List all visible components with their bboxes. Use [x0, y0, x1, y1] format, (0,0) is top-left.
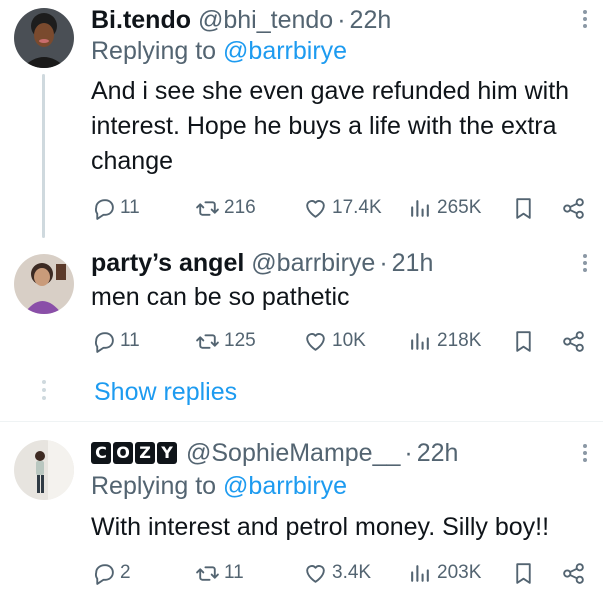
reply-button[interactable]: 2: [91, 558, 131, 588]
share-icon: [563, 330, 584, 352]
bookmark-icon: [516, 197, 531, 219]
views-icon: [411, 564, 429, 582]
reply-icon: [94, 198, 114, 220]
thread-line: [42, 74, 45, 238]
action-bar: 11 216 17.4K 265K: [91, 193, 591, 223]
reply-icon: [94, 331, 114, 353]
views-button[interactable]: 265K: [408, 193, 481, 223]
views-count: 218K: [437, 330, 482, 351]
separator-dot: ·: [404, 438, 413, 467]
more-icon[interactable]: [581, 254, 589, 275]
like-icon: [306, 199, 325, 218]
share-icon: [563, 197, 584, 219]
tweet-1[interactable]: Bi.tendo @bhi_tendo · 22h Replying to @b…: [0, 0, 603, 240]
show-replies-link[interactable]: Show replies: [94, 378, 237, 407]
like-icon: [306, 332, 325, 351]
bookmark-icon: [516, 562, 531, 584]
repost-button[interactable]: 125: [195, 326, 256, 356]
bookmark-button[interactable]: [511, 326, 536, 356]
separator-dot: ·: [379, 248, 388, 277]
action-bar: 11 125 10K 218K: [91, 326, 591, 356]
mention-link[interactable]: @barrbirye: [223, 472, 347, 500]
like-count: 17.4K: [332, 197, 382, 218]
tweet-text: And i see she even gave refunded him wit…: [91, 77, 570, 175]
more-icon[interactable]: [581, 444, 589, 465]
user-handle[interactable]: @bhi_tendo: [198, 6, 333, 35]
reply-button[interactable]: 11: [91, 326, 140, 356]
user-handle[interactable]: @SophieMampe__: [186, 439, 400, 468]
tweet-3[interactable]: C O Z Y @SophieMampe__ · 22h Replying to…: [0, 422, 603, 594]
repost-count: 125: [224, 330, 256, 351]
show-replies-row[interactable]: Show replies: [0, 368, 603, 418]
repost-count: 11: [224, 562, 244, 583]
reply-icon: [94, 563, 114, 585]
repost-icon: [196, 333, 219, 349]
like-button[interactable]: 10K: [303, 326, 366, 356]
repost-icon: [196, 565, 219, 581]
more-icon[interactable]: [581, 10, 589, 31]
reply-count: 11: [120, 330, 140, 351]
replying-to: Replying to @barrbirye: [91, 37, 347, 66]
avatar[interactable]: [14, 440, 74, 500]
action-bar: 2 11 3.4K 203K: [91, 558, 591, 588]
tweet-header: party’s angel @barrbirye · 21h: [91, 246, 433, 280]
share-button[interactable]: [561, 193, 586, 223]
share-button[interactable]: [561, 558, 586, 588]
like-button[interactable]: 3.4K: [303, 558, 371, 588]
like-count: 3.4K: [332, 562, 372, 583]
tweet-text: With interest and petrol money. Silly bo…: [91, 513, 550, 541]
tweet-header: Bi.tendo @bhi_tendo · 22h: [91, 3, 391, 37]
views-icon: [411, 199, 429, 217]
bookmark-icon: [516, 330, 531, 352]
bookmark-button[interactable]: [511, 558, 536, 588]
views-count: 203K: [437, 562, 482, 583]
badge-letter: O: [113, 442, 133, 464]
mention-link[interactable]: @barrbirye: [223, 37, 347, 65]
repost-icon: [196, 200, 219, 216]
avatar[interactable]: [14, 8, 74, 68]
like-icon: [306, 564, 325, 583]
avatar[interactable]: [14, 254, 74, 314]
badge-letter: Y: [157, 442, 177, 464]
timestamp[interactable]: 22h: [350, 6, 392, 35]
display-name[interactable]: party’s angel: [91, 249, 244, 278]
reply-button[interactable]: 11: [91, 193, 140, 223]
replying-to: Replying to @barrbirye: [91, 472, 347, 501]
like-count: 10K: [332, 330, 366, 351]
repost-button[interactable]: 216: [195, 193, 256, 223]
views-icon: [411, 332, 429, 350]
repost-count: 216: [224, 197, 256, 218]
repost-button[interactable]: 11: [195, 558, 244, 588]
user-handle[interactable]: @barrbirye: [251, 249, 375, 278]
views-count: 265K: [437, 197, 482, 218]
share-icon: [563, 562, 584, 584]
bookmark-button[interactable]: [511, 193, 536, 223]
display-name[interactable]: Bi.tendo: [91, 6, 191, 35]
views-button[interactable]: 218K: [408, 326, 481, 356]
tweet-header: C O Z Y @SophieMampe__ · 22h: [91, 436, 458, 470]
share-button[interactable]: [561, 326, 586, 356]
display-name-badge[interactable]: C O Z Y: [91, 442, 177, 464]
thread-continuation-dots: [40, 380, 48, 404]
replying-to-label: Replying to: [91, 472, 217, 500]
views-button[interactable]: 203K: [408, 558, 481, 588]
badge-letter: Z: [135, 442, 155, 464]
badge-letter: C: [91, 442, 111, 464]
reply-count: 11: [120, 197, 140, 218]
separator-dot: ·: [337, 5, 346, 34]
replying-to-label: Replying to: [91, 37, 217, 65]
timestamp[interactable]: 22h: [417, 439, 459, 468]
reply-count: 2: [120, 562, 131, 583]
like-button[interactable]: 17.4K: [303, 193, 382, 223]
tweet-text: men can be so pathetic: [91, 283, 350, 311]
timestamp[interactable]: 21h: [392, 249, 434, 278]
tweet-2[interactable]: party’s angel @barrbirye · 21h men can b…: [0, 240, 603, 368]
